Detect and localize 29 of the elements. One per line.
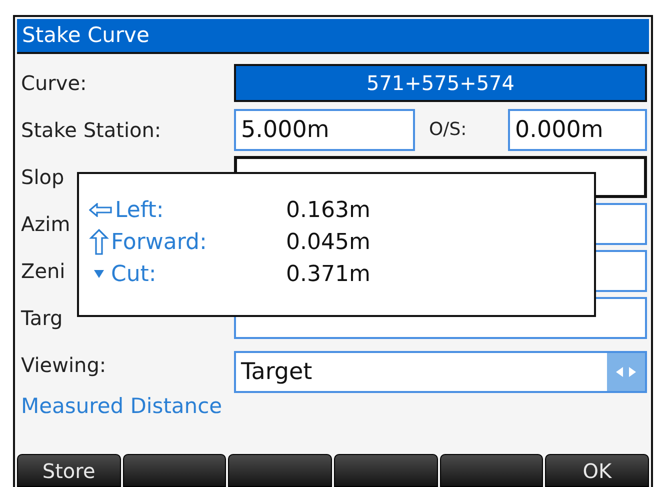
popup-label: Left: [115, 198, 164, 222]
softkey-button[interactable] [122, 454, 226, 487]
window-title: Stake Curve [17, 19, 649, 54]
field-label: Stake Station: [21, 118, 162, 142]
softkey-button[interactable] [334, 454, 438, 487]
popup-label: Cut: [111, 262, 156, 286]
softkey-button[interactable]: Store [17, 454, 121, 487]
field-label: Targ [21, 306, 63, 330]
left-right-arrows-icon [607, 352, 645, 390]
popup-label: Forward: [111, 230, 207, 254]
field-label: Curve: [21, 70, 87, 94]
popup-value: 0.371m [286, 262, 370, 286]
softkey-button[interactable] [228, 454, 332, 487]
up-arrow-icon [89, 229, 109, 255]
softkey-button[interactable]: OK [545, 454, 650, 487]
field-label: Zeni [21, 258, 66, 282]
field-label: O/S: [428, 119, 468, 140]
field-label: Viewing: [21, 352, 106, 376]
softkey-button[interactable] [440, 454, 544, 487]
dropdown-field[interactable]: Target [234, 350, 647, 392]
field-label: Slop [21, 164, 64, 188]
input-field[interactable]: 5.000m [234, 108, 415, 150]
curve-selector[interactable]: 571+575+574 [234, 64, 647, 102]
left-arrow-icon [89, 203, 113, 217]
section-label: Measured Distance [20, 394, 224, 418]
input-field[interactable]: 0.000m [508, 108, 647, 150]
field-label: Azim [21, 212, 70, 236]
popup-value: 0.163m [286, 198, 370, 222]
popup-value: 0.045m [286, 230, 370, 254]
